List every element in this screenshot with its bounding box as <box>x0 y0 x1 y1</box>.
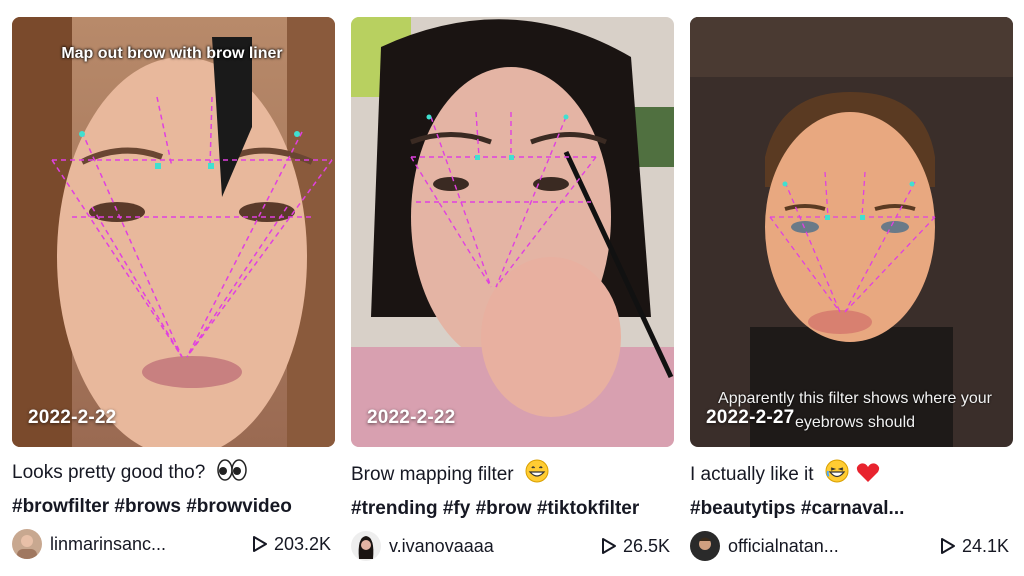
video-card[interactable]: 2022-2-22 Brow mapping filter #trending … <box>351 17 674 562</box>
play-icon <box>601 538 616 554</box>
video-overlay-caption: Map out brow with brow liner <box>61 45 283 62</box>
video-thumbnail[interactable]: Map out brow with brow liner 2022-2-22 <box>12 17 335 447</box>
video-meta: linmarinsanc... 203.2K <box>12 528 335 560</box>
avatar[interactable] <box>12 529 42 559</box>
video-description: Looks pretty good tho? <box>12 459 335 488</box>
avatar[interactable] <box>690 531 720 561</box>
view-count: 26.5K <box>601 536 670 557</box>
grinning-emoji-icon <box>525 459 549 490</box>
hashtag[interactable]: #browfilter <box>12 496 109 517</box>
play-icon <box>940 538 955 554</box>
hashtag-list: #browfilter #brows #browvideo <box>12 495 335 519</box>
hashtag[interactable]: #tiktokfilter <box>537 498 639 519</box>
avatar[interactable] <box>351 531 381 561</box>
video-date: 2022-2-22 <box>367 407 456 428</box>
hashtag[interactable]: #beautytips <box>690 498 796 519</box>
video-description: I actually like it <box>690 459 1013 490</box>
description-text: Looks pretty good tho? <box>12 462 206 483</box>
video-meta: v.ivanovaaaa 26.5K <box>351 530 674 562</box>
heart-icon <box>856 461 880 490</box>
hashtag[interactable]: #browvideo <box>186 496 292 517</box>
author-name[interactable]: v.ivanovaaaa <box>389 536 601 557</box>
video-description: Brow mapping filter <box>351 459 674 490</box>
hashtag[interactable]: #fy <box>443 498 470 519</box>
hashtag[interactable]: #brow <box>476 498 532 519</box>
view-count-text: 26.5K <box>622 535 670 556</box>
video-card[interactable]: Map out brow with brow liner 2022-2-22 L… <box>12 17 335 562</box>
play-icon <box>252 536 267 552</box>
thumbnail-image <box>12 17 335 447</box>
view-count: 24.1K <box>940 536 1009 557</box>
video-date: 2022-2-27 <box>706 407 795 428</box>
video-card[interactable]: Apparently this filter shows where your … <box>690 17 1013 562</box>
view-count-text: 203.2K <box>273 533 331 554</box>
hashtag-list: #trending #fy #brow #tiktokfilter <box>351 497 674 521</box>
video-meta: officialnatan... 24.1K <box>690 530 1013 562</box>
eyes-emoji-icon <box>216 459 247 488</box>
video-thumbnail[interactable]: Apparently this filter shows where your … <box>690 17 1013 447</box>
video-grid: Map out brow with brow liner 2022-2-22 L… <box>0 0 1024 576</box>
thumbnail-image <box>351 17 674 447</box>
author-name[interactable]: linmarinsanc... <box>50 534 252 555</box>
view-count: 203.2K <box>252 534 331 555</box>
video-date: 2022-2-22 <box>28 407 117 428</box>
view-count-text: 24.1K <box>961 535 1009 556</box>
hashtag-list: #beautytips #carnaval... <box>690 497 1013 521</box>
laughing-emoji-icon <box>825 459 849 490</box>
hashtag[interactable]: #trending <box>351 498 438 519</box>
description-text: Brow mapping filter <box>351 464 514 485</box>
thumbnail-image <box>690 17 1013 447</box>
hashtag[interactable]: #carnaval... <box>801 498 905 519</box>
video-thumbnail[interactable]: 2022-2-22 <box>351 17 674 447</box>
description-text: I actually like it <box>690 464 814 485</box>
author-name[interactable]: officialnatan... <box>728 536 940 557</box>
hashtag[interactable]: #brows <box>114 496 181 517</box>
